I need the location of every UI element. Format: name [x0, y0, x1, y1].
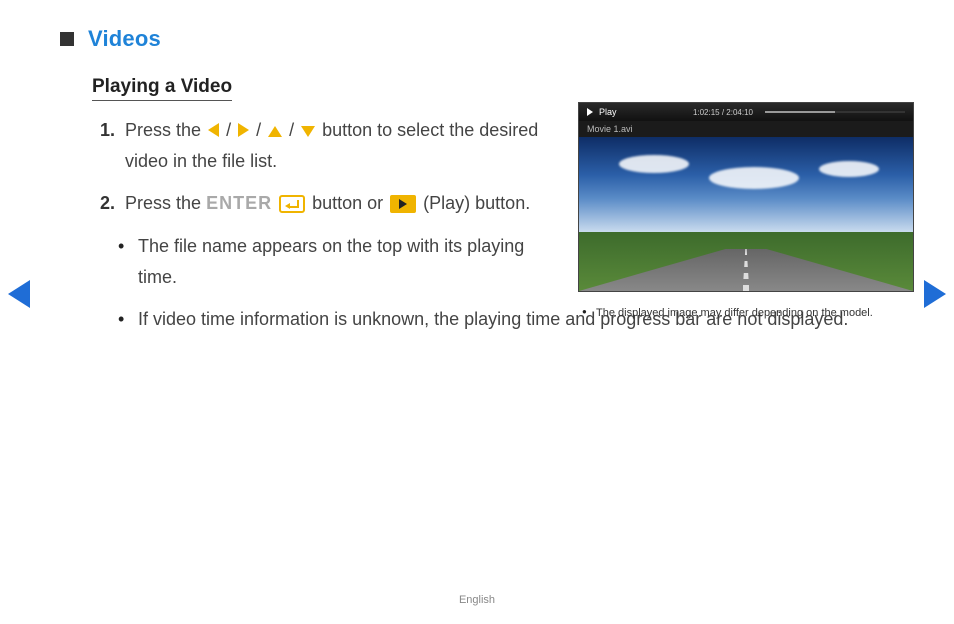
player-progress-bar	[765, 111, 905, 113]
enter-key-icon	[279, 195, 305, 213]
instructions-column: Playing a Video 1. Press the / / / butto…	[60, 76, 554, 345]
player-time: 1:02:15 / 2:04:10	[693, 108, 753, 117]
illustration-column: Play 1:02:15 / 2:04:10 Movie 1.avi	[578, 76, 914, 321]
down-arrow-icon	[301, 126, 315, 137]
left-arrow-icon	[208, 123, 219, 137]
square-bullet-icon	[60, 32, 74, 46]
up-arrow-icon	[268, 126, 282, 137]
step-2: 2. Press the ENTER button or (Play) butt…	[100, 188, 554, 219]
player-filename-bar: Movie 1.avi	[579, 121, 913, 137]
right-arrow-icon	[238, 123, 249, 137]
player-filename: Movie 1.avi	[587, 124, 633, 134]
step-1: 1. Press the / / / button to select the …	[100, 115, 554, 176]
player-status-text: Play	[599, 107, 617, 117]
play-button-icon	[390, 195, 416, 213]
text-fragment: Press the	[125, 193, 206, 213]
text-fragment: /	[251, 120, 266, 140]
caption-list: The displayed image may differ depending…	[578, 306, 914, 321]
step-text: Press the / / / button to select the des…	[125, 115, 554, 176]
bullet-item: The file name appears on the top with it…	[118, 231, 554, 294]
text-fragment: /	[221, 120, 236, 140]
section-subheading: Playing a Video	[92, 76, 232, 101]
text-fragment: (Play) button.	[418, 193, 530, 213]
player-status-bar: Play 1:02:15 / 2:04:10	[579, 103, 913, 121]
step-number: 1.	[100, 115, 115, 176]
enter-label: ENTER	[206, 193, 272, 213]
text-fragment: Press the	[125, 120, 206, 140]
video-frame	[579, 137, 913, 291]
step-number: 2.	[100, 188, 115, 219]
video-player-mockup: Play 1:02:15 / 2:04:10 Movie 1.avi	[578, 102, 914, 292]
text-fragment: button or	[307, 193, 388, 213]
prev-page-arrow[interactable]	[8, 280, 30, 308]
step-list: 1. Press the / / / button to select the …	[92, 115, 554, 219]
next-page-arrow[interactable]	[924, 280, 946, 308]
page-title: Videos	[88, 26, 161, 52]
footer-language: English	[0, 594, 954, 606]
text-fragment: /	[284, 120, 299, 140]
page-header: Videos	[60, 26, 914, 52]
play-indicator-icon	[587, 108, 593, 116]
step-text: Press the ENTER button or (Play) button.	[125, 188, 554, 219]
image-caption: The displayed image may differ depending…	[582, 306, 914, 321]
bullet-list: The file name appears on the top with it…	[92, 231, 554, 336]
page-content: Videos Playing a Video 1. Press the / / …	[60, 26, 914, 345]
